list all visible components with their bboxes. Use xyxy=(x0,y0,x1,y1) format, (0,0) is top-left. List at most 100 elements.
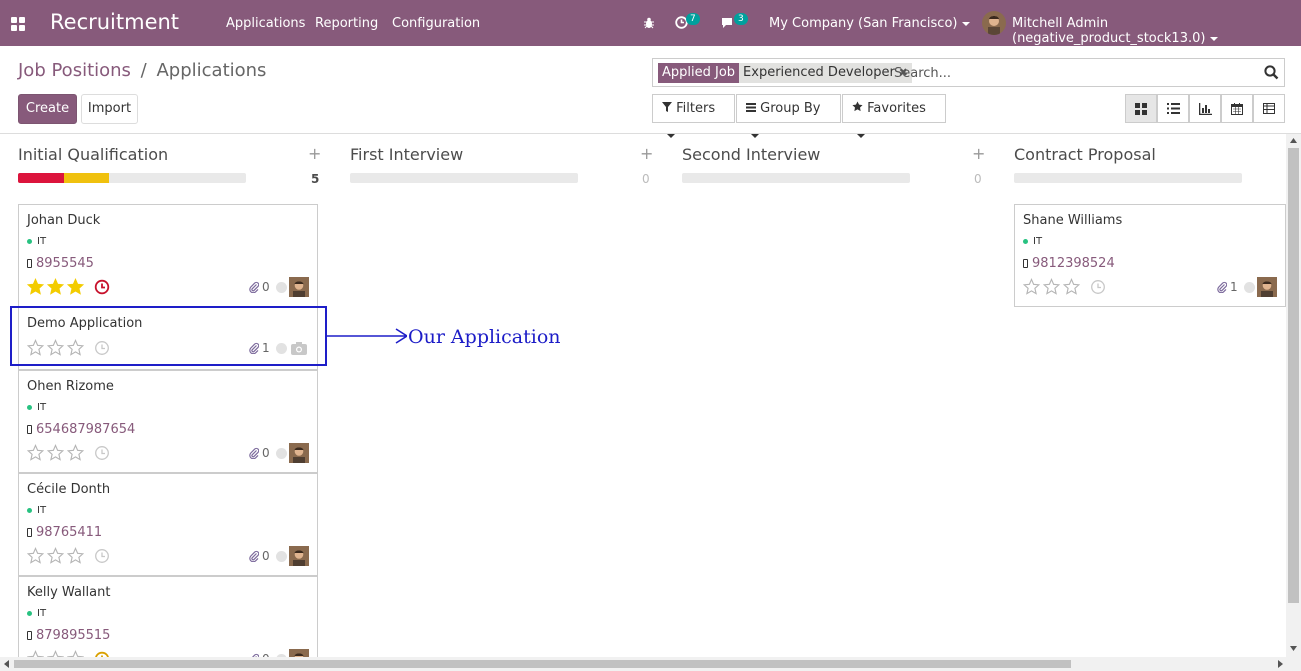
activity-clock-icon[interactable] xyxy=(94,548,110,564)
import-button[interactable]: Import xyxy=(81,94,138,124)
scroll-right-icon[interactable] xyxy=(1278,660,1283,668)
quick-create-icon[interactable]: + xyxy=(308,144,321,163)
star-empty-icon[interactable] xyxy=(1043,278,1060,295)
activity-clock-icon[interactable] xyxy=(1090,279,1106,295)
activity-clock-icon[interactable] xyxy=(94,445,110,461)
company-name: My Company (San Francisco) xyxy=(769,16,958,31)
quick-create-icon[interactable]: + xyxy=(972,144,985,163)
vertical-scrollbar[interactable] xyxy=(1286,134,1301,657)
star-filled-icon[interactable] xyxy=(47,278,64,295)
messages-icon[interactable] xyxy=(721,17,735,29)
kanban-state-dot[interactable] xyxy=(276,448,287,459)
kanban-state-dot[interactable] xyxy=(1244,282,1255,293)
attachments[interactable]: 1 xyxy=(1217,280,1238,294)
search-icon[interactable] xyxy=(1264,65,1279,80)
column-title-first-interview[interactable]: First Interview xyxy=(350,145,463,164)
control-panel-divider xyxy=(0,133,1301,134)
breadcrumb: Job Positions / Applications xyxy=(18,60,266,81)
star-empty-icon[interactable] xyxy=(1063,278,1080,295)
star-empty-icon[interactable] xyxy=(27,444,44,461)
filters-dropdown[interactable]: Filters xyxy=(652,94,735,138)
horizontal-scrollbar[interactable] xyxy=(0,657,1301,671)
phone[interactable]: 8955545 xyxy=(27,256,94,271)
column-title-initial-qualification[interactable]: Initial Qualification xyxy=(18,145,168,164)
favorites-dropdown[interactable]: Favorites xyxy=(842,94,946,138)
scroll-up-icon[interactable] xyxy=(1290,138,1297,143)
kanban-card[interactable]: Cécile Donth IT 98765411 0 xyxy=(18,473,318,576)
tag-label: IT xyxy=(37,402,47,413)
apps-menu-icon[interactable] xyxy=(11,17,25,31)
column-progress-bar[interactable] xyxy=(18,173,246,183)
kanban-state-dot[interactable] xyxy=(276,282,287,293)
attachments[interactable]: 0 xyxy=(249,280,270,294)
star-empty-icon[interactable] xyxy=(47,444,64,461)
paperclip-icon xyxy=(249,281,259,293)
scroll-down-icon[interactable] xyxy=(1290,646,1297,651)
star-empty-icon[interactable] xyxy=(47,547,64,564)
priority-stars[interactable] xyxy=(27,444,87,461)
kanban-state-dot[interactable] xyxy=(276,551,287,562)
quick-create-icon[interactable]: + xyxy=(640,144,653,163)
user-avatar[interactable] xyxy=(289,443,309,463)
applicant-name: Ohen Rizome xyxy=(27,379,114,394)
scrollbar-thumb[interactable] xyxy=(1288,148,1299,603)
scroll-left-icon[interactable] xyxy=(4,660,9,668)
column-progress-bar xyxy=(350,173,578,183)
phone[interactable]: 654687987654 xyxy=(27,422,135,437)
priority-stars[interactable] xyxy=(27,278,87,295)
company-switcher[interactable]: My Company (San Francisco) xyxy=(769,16,971,31)
star-empty-icon[interactable] xyxy=(1023,278,1040,295)
app-name[interactable]: Recruitment xyxy=(50,10,179,34)
menu-reporting[interactable]: Reporting xyxy=(315,16,378,31)
user-avatar[interactable] xyxy=(289,277,309,297)
star-empty-icon[interactable] xyxy=(67,547,84,564)
column-title-second-interview[interactable]: Second Interview xyxy=(682,145,820,164)
progress-segment-yellow[interactable] xyxy=(63,173,110,183)
attachment-count: 0 xyxy=(262,446,270,460)
graph-view-button[interactable] xyxy=(1189,94,1221,123)
star-empty-icon[interactable] xyxy=(27,547,44,564)
list-icon xyxy=(1167,103,1180,114)
star-icon xyxy=(852,101,863,112)
create-button[interactable]: Create xyxy=(18,94,77,124)
star-filled-icon[interactable] xyxy=(27,278,44,295)
scrollbar-thumb[interactable] xyxy=(14,660,1071,668)
group-by-dropdown[interactable]: Group By xyxy=(736,94,841,138)
user-avatar[interactable] xyxy=(982,11,1006,35)
user-avatar[interactable] xyxy=(1257,277,1277,297)
phone[interactable]: 9812398524 xyxy=(1023,256,1115,271)
attachment-count: 0 xyxy=(262,280,270,294)
phone[interactable]: 98765411 xyxy=(27,525,102,540)
user-menu[interactable]: Mitchell Admin (negative_product_stock13… xyxy=(1012,16,1301,46)
star-empty-icon[interactable] xyxy=(67,444,84,461)
star-filled-icon[interactable] xyxy=(67,278,84,295)
progress-segment-red[interactable] xyxy=(18,173,64,183)
phone-number: 654687987654 xyxy=(36,422,136,437)
menu-configuration[interactable]: Configuration xyxy=(392,16,480,31)
kanban-card[interactable]: Johan Duck IT 8955545 0 xyxy=(18,204,318,307)
annotation-label: Our Application xyxy=(408,326,561,348)
user-avatar[interactable] xyxy=(289,546,309,566)
column-title-contract-proposal[interactable]: Contract Proposal xyxy=(1014,145,1156,164)
calendar-view-button[interactable] xyxy=(1221,94,1253,123)
attachments[interactable]: 0 xyxy=(249,446,270,460)
search-input[interactable]: Search... xyxy=(894,66,951,81)
pivot-view-button[interactable] xyxy=(1253,94,1285,123)
attachments[interactable]: 0 xyxy=(249,549,270,563)
applicant-name: Shane Williams xyxy=(1023,213,1123,228)
priority-stars[interactable] xyxy=(27,547,87,564)
priority-stars[interactable] xyxy=(1023,278,1083,295)
kanban-view-button[interactable] xyxy=(1125,94,1157,123)
debug-bug-icon[interactable] xyxy=(643,17,655,29)
activity-count-badge: 7 xyxy=(686,13,700,25)
activity-clock-icon[interactable] xyxy=(94,279,110,295)
chevron-down-icon xyxy=(1210,36,1219,41)
list-view-button[interactable] xyxy=(1157,94,1189,123)
phone-number: 879895515 xyxy=(36,628,111,643)
kanban-card[interactable]: Shane Williams IT 9812398524 1 xyxy=(1014,204,1286,307)
tag: IT xyxy=(27,608,46,619)
phone[interactable]: 879895515 xyxy=(27,628,110,643)
menu-applications[interactable]: Applications xyxy=(226,16,305,31)
breadcrumb-job-positions[interactable]: Job Positions xyxy=(18,60,131,81)
kanban-card[interactable]: Ohen Rizome IT 654687987654 0 xyxy=(18,370,318,473)
